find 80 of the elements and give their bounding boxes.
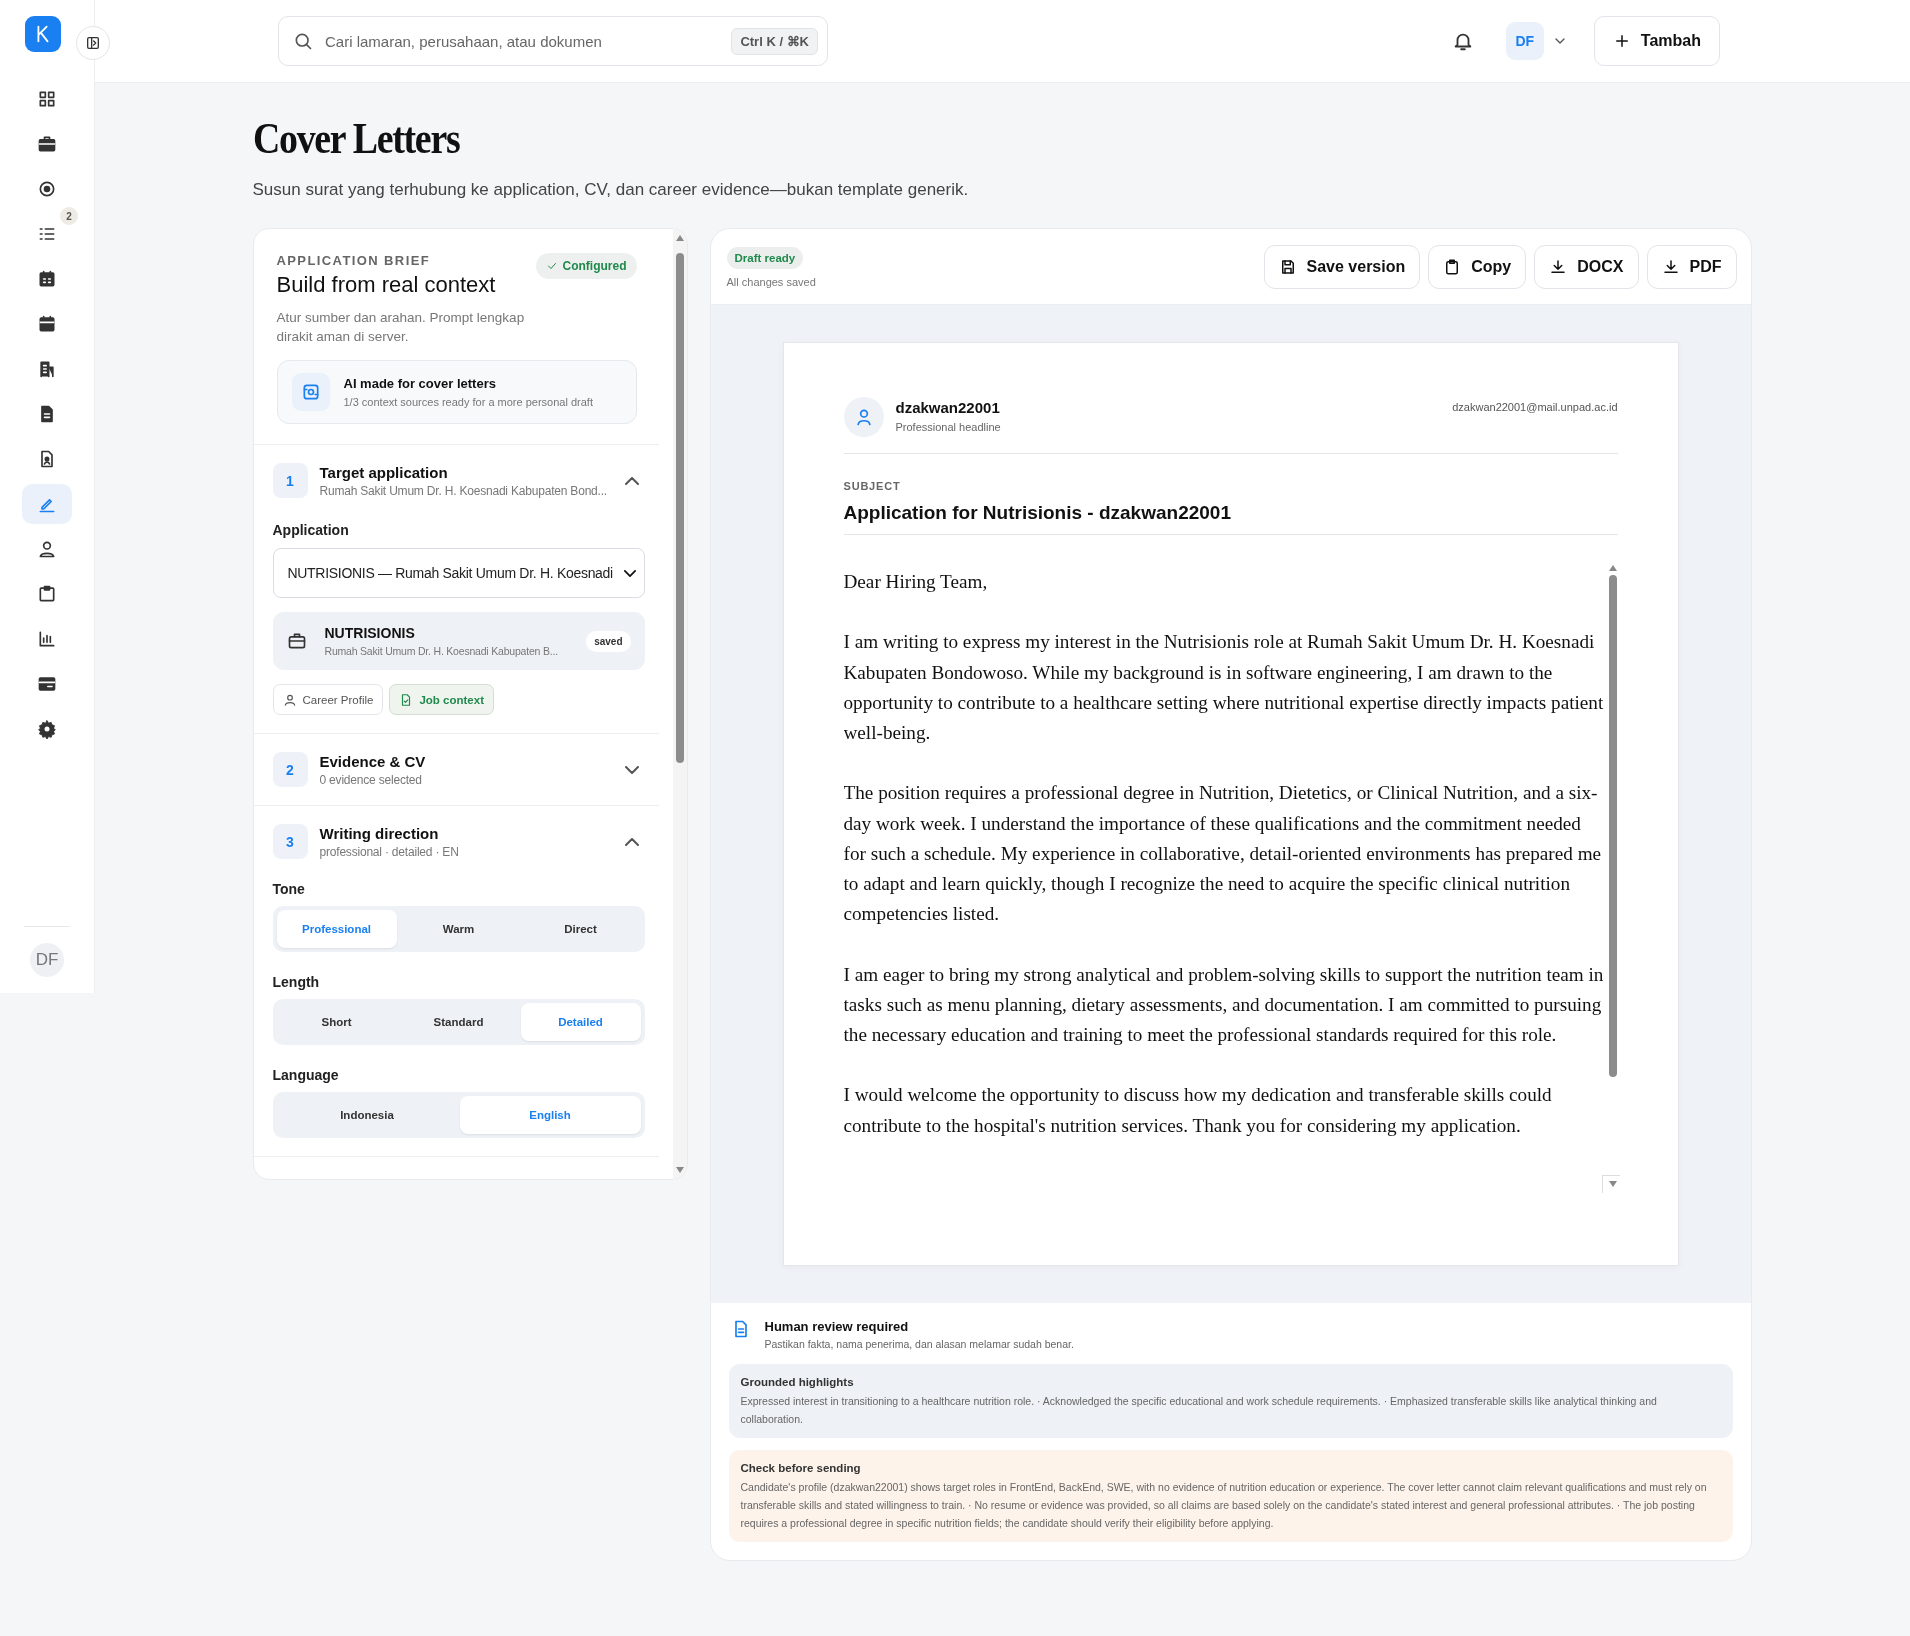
count-badge: 2 [60, 207, 78, 225]
letter-subject: Application for Nutrisionis - dzakwan22001 [843, 502, 1618, 535]
step-title: Evidence & CV [319, 752, 427, 770]
step-subtitle: Rumah Sakit Umum Dr. H. Koesnadi Kabupaten Bond... [319, 483, 608, 498]
chevron-up-icon [624, 837, 639, 846]
chevron-down-icon [623, 569, 636, 577]
job-title: NUTRISIONIS [324, 625, 416, 641]
ai-card-subtitle: 1/3 context sources ready for a more personal draft [343, 396, 593, 408]
download-icon [1549, 257, 1568, 276]
search-icon [293, 31, 313, 51]
step-number: 2 [272, 752, 308, 787]
review-note: Pastikan fakta, nama penerima, dan alasan melamar sudah benar. [764, 1338, 1074, 1350]
step-header[interactable]: 2 Evidence & CV 0 evidence selected [272, 752, 645, 787]
scrollbar[interactable] [672, 229, 687, 1179]
step-number: 3 [272, 824, 308, 859]
add-button[interactable]: Tambah [1593, 16, 1720, 66]
chevron-up-icon [624, 476, 639, 485]
chevron-down-icon [624, 765, 639, 774]
step-header[interactable]: 1 Target application Rumah Sakit Umum Dr. H. Koesnadi Kabupaten Bond... [272, 463, 645, 498]
panel-title: Check before sending [740, 1462, 862, 1474]
source-chip[interactable]: Career Profile [272, 684, 384, 715]
review-title: Human review required [764, 1319, 910, 1334]
page-subtitle: Susun surat yang terhubung ke application, CV, dan career evidence—bukan template generik. [252, 180, 970, 200]
sender-headline: Professional headline [895, 421, 1001, 433]
resize-handle[interactable] [1601, 1175, 1620, 1193]
segment-option[interactable]: English [459, 1096, 641, 1134]
sender-email: dzakwan22001@mail.unpad.ac.id [1452, 401, 1618, 413]
segment-option[interactable]: Short [276, 1003, 397, 1041]
company-name: Rumah Sakit Umum Dr. H. Koesnadi Kabupaten B... [324, 645, 559, 657]
field-label: Application [272, 522, 350, 538]
check-icon [545, 260, 558, 272]
field-label: Length [272, 974, 321, 990]
panel-icon [85, 35, 101, 51]
letter-body[interactable]: Dear Hiring Team, I am writing to express my interest in the Nutrisionis role at Rumah Sakit Umum Dr. H. Koesnadi Kabupaten Bondowoso. While my background is in software engineering, I am drawn to the opportunity to contribute to a healthcare setting where nutritional expertise directly impacts patient well-being. The position requires a professional degree in Nutrition, Dietetics, or Clinical Nutrition, and a six-day work week. I understand the importance of these qualifications and the commitment needed for such a schedule. My experience in collaborative, detail-oriented environments has prepared me to adapt and learn quickly, though I recognize the need to acquire the specific clinical nutrition competencies listed. I am eager to bring my strong analytical and problem-solving skills to support the nutrition team in tasks such as menu planning, dietary assessments, and documentation. I am committed to pursuing the necessary education and training to meet the professional standards required for this role. I would welcome the opportunity to discuss how my dedication and transferable skills could contribute to the hospital's nutrition services. Thank you for considering my application. [843, 559, 1606, 1193]
segment-option[interactable]: Direct [520, 910, 641, 948]
settings-icon [37, 718, 57, 739]
collapse-sidebar-button[interactable] [76, 26, 110, 60]
application-select[interactable]: NUTRISIONIS — Rumah Sakit Umum Dr. H. Koesnadi [272, 548, 645, 598]
section-label: APPLICATION BRIEF [276, 253, 432, 268]
field-label: Language [272, 1067, 340, 1083]
app-logo-icon[interactable] [25, 16, 61, 52]
page-title: Cover Letters [252, 113, 461, 164]
download-icon [1661, 257, 1680, 276]
calendar-icon [37, 313, 57, 334]
ai-card-title: AI made for cover letters [343, 376, 497, 391]
step-title: Writing direction [319, 824, 440, 842]
panel-title: Grounded highlights [740, 1376, 855, 1388]
saved-badge: saved [586, 630, 631, 652]
action-button[interactable]: Save version [1263, 244, 1421, 289]
status-badge: Configured [535, 253, 637, 279]
status-badge: Draft ready [726, 247, 804, 269]
clipboard-icon [37, 583, 57, 604]
panel-text: Expressed interest in transitioning to a healthcare nutrition role. · Acknowledged the specific educational and work schedule requirements. · Emphasized transferable skills like analytical thinking and collaboration. [740, 1394, 1658, 1427]
user-avatar[interactable]: DF [30, 943, 64, 977]
panel-text: Candidate's profile (dzakwan22001) shows target roles in FrontEnd, BackEnd, SWE, with no evidence of nutrition education or experience. The cover letter cannot claim relevant qualifications and must rely on transferable skills and stated willingness to train. · No resume or evidence was provided, so all claims are based solely on the candidate's stated interest and general professional attributes. · The job posting requires a professional degree in specific nutrition fields; the candidate should verify their eligibility before applying. [740, 1480, 1708, 1531]
segment-option[interactable]: Warm [398, 910, 519, 948]
segment-option[interactable]: Detailed [520, 1003, 641, 1041]
briefcase-icon [286, 631, 307, 651]
save-status: All changes saved [726, 276, 816, 288]
field-label: Tone [272, 881, 306, 897]
action-button[interactable]: PDF [1646, 244, 1737, 289]
subject-label: SUBJECT [843, 480, 902, 492]
segment-option[interactable]: Professional [276, 910, 397, 948]
segment-option[interactable]: Standard [398, 1003, 519, 1041]
step-number: 1 [272, 463, 308, 498]
source-chip[interactable]: Job context [389, 684, 494, 715]
user-initials: DF [1505, 22, 1544, 60]
keyboard-shortcut: Ctrl K / ⌘K [731, 28, 818, 55]
step-title: Target application [319, 463, 449, 481]
brief-description: Atur sumber dan arahan. Prompt lengkap dirakit aman di server. [276, 309, 526, 346]
action-button[interactable]: Copy [1428, 244, 1527, 289]
brief-title: Build from real context [276, 272, 496, 298]
step-subtitle: 0 evidence selected [319, 772, 423, 787]
calendar-icon [37, 268, 57, 289]
segment-option[interactable]: Indonesia [276, 1096, 458, 1134]
action-button[interactable]: DOCX [1534, 244, 1639, 289]
step-header[interactable]: 3 Writing direction professional · detailed · EN [272, 824, 645, 859]
sender-name: dzakwan22001 [895, 399, 1001, 416]
step-subtitle: professional · detailed · EN [319, 844, 460, 859]
person-icon [282, 692, 297, 707]
